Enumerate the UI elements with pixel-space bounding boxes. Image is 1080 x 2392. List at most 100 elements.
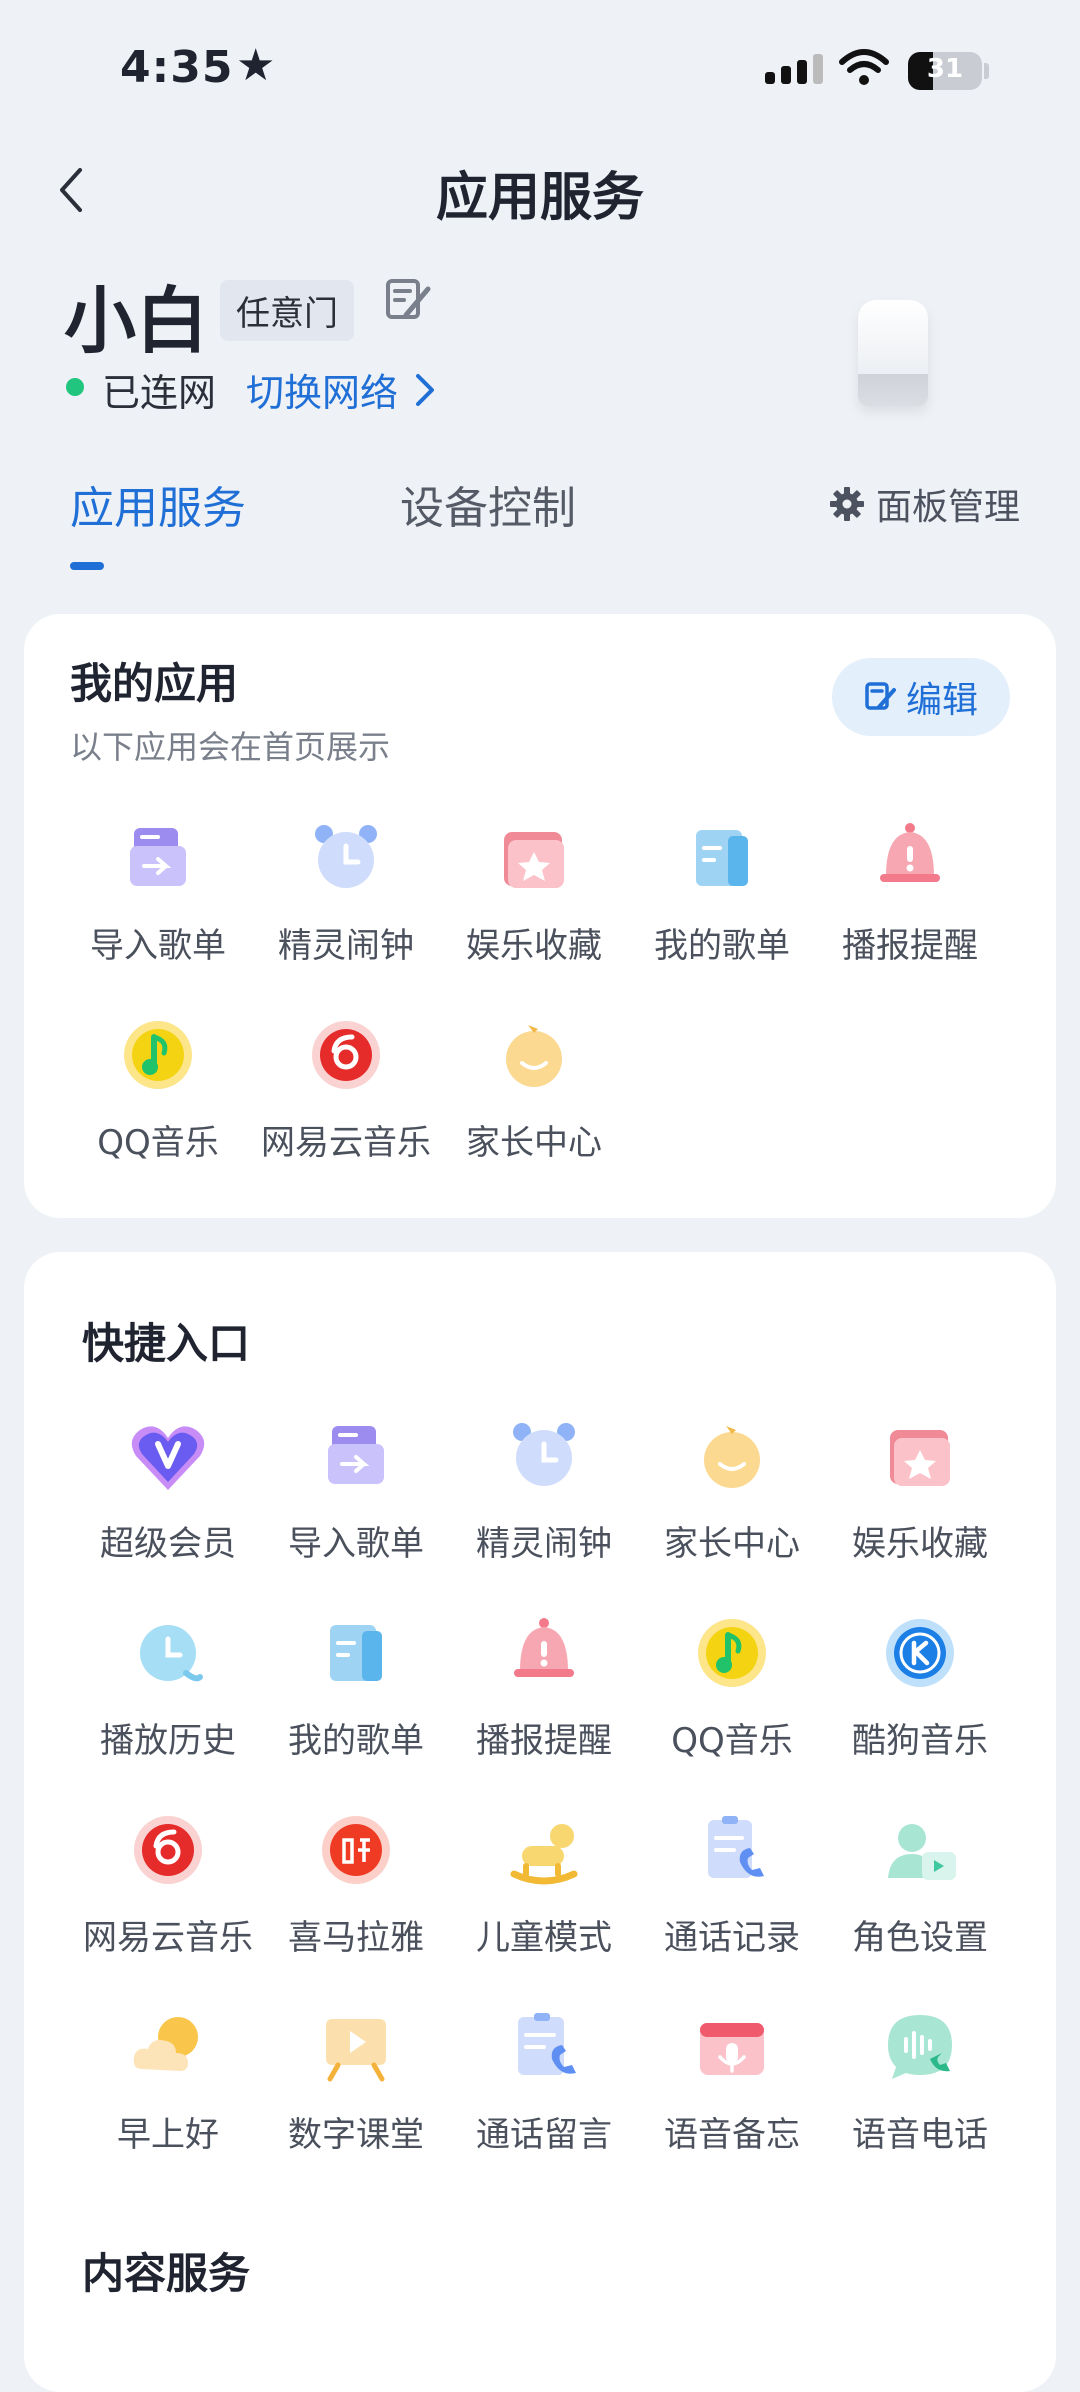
app-item-bell[interactable]: 播报提醒 (450, 1605, 638, 1762)
kugou-music-icon (872, 1605, 968, 1701)
app-item-alarm-clock[interactable]: 精灵闹钟 (252, 810, 440, 967)
edit-apps-button[interactable]: 编辑 (832, 658, 1010, 736)
cellular-signal-icon (765, 54, 823, 84)
app-item-label: 酷狗音乐 (852, 1721, 988, 1761)
app-item-label: 语音电话 (852, 2115, 988, 2155)
online-status-dot (66, 378, 84, 396)
quick-entry-grid: 超级会员 导入歌单 精灵闹钟 家长中心 娱乐收藏播放历史 我的歌单 播报提醒 QQ音乐 酷狗音乐… (74, 1408, 1014, 2156)
voice-memo-icon (684, 1999, 780, 2095)
app-item-label: 通话记录 (664, 1918, 800, 1958)
play-history-icon (120, 1605, 216, 1701)
import-playlist-icon (308, 1408, 404, 1504)
app-item-label: 导入歌单 (288, 1524, 424, 1564)
battery-icon: 31 (908, 52, 982, 90)
app-item-label: 播放历史 (100, 1721, 236, 1761)
app-item-label: 娱乐收藏 (466, 926, 602, 966)
quick-entry-title: 快捷入口 (82, 1319, 251, 1368)
panel-manage-label: 面板管理 (876, 487, 1021, 528)
sun-cloud-icon (120, 1999, 216, 2095)
digital-classroom-icon (308, 1999, 404, 2095)
app-item-role-settings[interactable]: 角色设置 (826, 1802, 1014, 1959)
app-item-label: 通话留言 (476, 2115, 612, 2155)
import-playlist-icon (110, 810, 206, 906)
edit-icon (865, 682, 896, 710)
switch-network-link[interactable]: 切换网络 (246, 362, 436, 417)
app-item-label: QQ音乐 (671, 1721, 793, 1761)
edit-apps-label: 编辑 (905, 680, 978, 721)
panel-manage-button[interactable]: 面板管理 (828, 478, 1020, 530)
my-apps-subtitle: 以下应用会在首页展示 (70, 728, 391, 766)
app-item-vip-heart[interactable]: 超级会员 (74, 1408, 262, 1565)
app-item-label: 早上好 (117, 2115, 219, 2155)
gear-icon (830, 487, 864, 521)
battery-level: 31 (926, 54, 964, 84)
my-apps-title: 我的应用 (70, 659, 239, 708)
app-item-label: 家长中心 (664, 1524, 800, 1564)
app-item-call-log[interactable]: 通话记录 (638, 1802, 826, 1959)
device-name: 小白 (64, 279, 209, 363)
wifi-icon (839, 49, 889, 85)
edit-name-icon[interactable] (384, 275, 434, 325)
app-item-label: 播报提醒 (476, 1721, 612, 1761)
app-item-netease-music[interactable]: 网易云音乐 (74, 1802, 262, 1959)
chevron-right-icon (416, 373, 435, 406)
app-item-ximalaya[interactable]: 喜马拉雅 (262, 1802, 450, 1959)
app-item-label: 我的歌单 (654, 926, 790, 966)
app-item-netease-music[interactable]: 网易云音乐 (252, 1007, 440, 1164)
bell-icon (496, 1605, 592, 1701)
tab-app-services[interactable]: 应用服务 (70, 472, 246, 536)
app-item-favorites-folder[interactable]: 娱乐收藏 (826, 1408, 1014, 1565)
ximalaya-icon (308, 1802, 404, 1898)
app-item-label: 数字课堂 (288, 2115, 424, 2155)
alarm-clock-icon (298, 810, 394, 906)
app-item-parent-center[interactable]: 家长中心 (638, 1408, 826, 1565)
app-item-qq-music[interactable]: QQ音乐 (64, 1007, 252, 1164)
app-item-alarm-clock[interactable]: 精灵闹钟 (450, 1408, 638, 1565)
app-item-favorites-folder[interactable]: 娱乐收藏 (440, 810, 628, 967)
app-item-playlist[interactable]: 我的歌单 (262, 1605, 450, 1762)
role-settings-icon (872, 1802, 968, 1898)
vip-heart-icon (120, 1408, 216, 1504)
app-item-label: 精灵闹钟 (476, 1524, 612, 1564)
parent-center-icon (486, 1007, 582, 1103)
app-item-label: 角色设置 (852, 1918, 988, 1958)
app-item-label: 我的歌单 (288, 1721, 424, 1761)
app-item-label: 超级会员 (100, 1524, 236, 1564)
app-item-label: 导入歌单 (90, 926, 226, 966)
app-item-call-message[interactable]: 通话留言 (450, 1999, 638, 2156)
app-item-import-playlist[interactable]: 导入歌单 (64, 810, 252, 967)
app-item-playlist[interactable]: 我的歌单 (628, 810, 816, 967)
app-item-voice-memo[interactable]: 语音备忘 (638, 1999, 826, 2156)
app-item-digital-classroom[interactable]: 数字课堂 (262, 1999, 450, 2156)
app-item-import-playlist[interactable]: 导入歌单 (262, 1408, 450, 1565)
app-item-rocking-horse[interactable]: 儿童模式 (450, 1802, 638, 1959)
app-item-play-history[interactable]: 播放历史 (74, 1605, 262, 1762)
app-item-label: QQ音乐 (97, 1123, 219, 1163)
app-item-label: 儿童模式 (476, 1918, 612, 1958)
netease-music-icon (298, 1007, 394, 1103)
tab-device-control[interactable]: 设备控制 (400, 472, 576, 536)
app-item-sun-cloud[interactable]: 早上好 (74, 1999, 262, 2156)
voice-call-icon (872, 1999, 968, 2095)
favorites-folder-icon (486, 810, 582, 906)
app-item-qq-music[interactable]: QQ音乐 (638, 1605, 826, 1762)
app-item-label: 网易云音乐 (83, 1918, 253, 1958)
qq-music-icon (110, 1007, 206, 1103)
app-item-voice-call[interactable]: 语音电话 (826, 1999, 1014, 2156)
my-apps-grid: 导入歌单 精灵闹钟 娱乐收藏 我的歌单 播报提醒 QQ音乐 网易云音乐 家长中心 (64, 810, 1004, 1164)
app-item-parent-center[interactable]: 家长中心 (440, 1007, 628, 1164)
alarm-clock-icon (496, 1408, 592, 1504)
app-item-label: 精灵闹钟 (278, 926, 414, 966)
playlist-icon (308, 1605, 404, 1701)
app-item-bell[interactable]: 播报提醒 (816, 810, 1004, 967)
parent-center-icon (684, 1408, 780, 1504)
netease-music-icon (120, 1802, 216, 1898)
call-message-icon (496, 1999, 592, 2095)
app-item-kugou-music[interactable]: 酷狗音乐 (826, 1605, 1014, 1762)
app-item-label: 喜马拉雅 (288, 1918, 424, 1958)
star-icon: ★ (236, 40, 276, 91)
app-item-label: 播报提醒 (842, 926, 978, 966)
device-tag: 任意门 (220, 280, 354, 341)
bell-icon (862, 810, 958, 906)
favorites-folder-icon (872, 1408, 968, 1504)
